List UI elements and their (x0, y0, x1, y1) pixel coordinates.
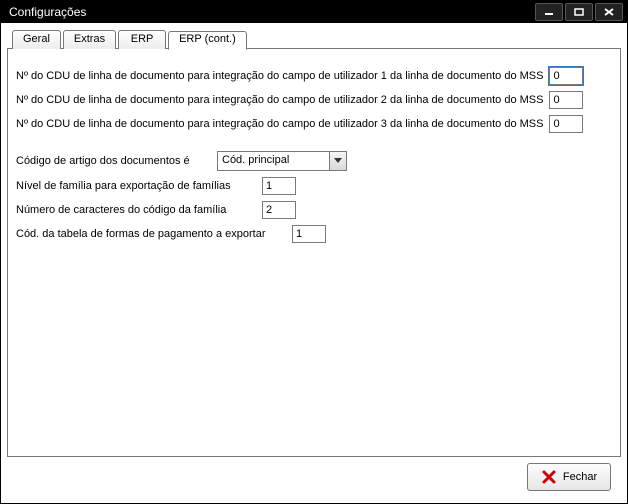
row-cdu1: Nº do CDU de linha de documento para int… (16, 67, 612, 85)
close-icon (541, 469, 557, 485)
footer: Fechar (7, 457, 621, 497)
tab-extras[interactable]: Extras (63, 30, 116, 49)
row-codigo-artigo: Código de artigo dos documentos é Cód. p… (16, 151, 612, 171)
input-cdu3[interactable] (549, 115, 583, 133)
input-cdu1[interactable] (549, 67, 583, 85)
label-cdu1: Nº do CDU de linha de documento para int… (16, 70, 543, 82)
close-window-button[interactable] (595, 3, 623, 21)
minimize-button[interactable] (535, 3, 563, 21)
tab-geral[interactable]: Geral (12, 30, 61, 49)
window-controls (535, 3, 623, 21)
tab-strip: Geral Extras ERP ERP (cont.) (12, 30, 249, 49)
window-title: Configurações (9, 5, 535, 19)
label-nivel-familia: Nível de família para exportação de famí… (16, 180, 256, 192)
form: Nº do CDU de linha de documento para int… (16, 67, 612, 243)
row-cod-tabela: Cód. da tabela de formas de pagamento a … (16, 225, 612, 243)
tab-erp-cont[interactable]: ERP (cont.) (168, 31, 247, 50)
row-cdu2: Nº do CDU de linha de documento para int… (16, 91, 612, 109)
chevron-down-icon (329, 152, 346, 170)
input-cdu2[interactable] (549, 91, 583, 109)
combo-codigo-artigo-text: Cód. principal (218, 152, 329, 170)
close-button[interactable]: Fechar (527, 463, 611, 491)
label-cod-tabela: Cód. da tabela de formas de pagamento a … (16, 228, 286, 240)
input-cod-tabela[interactable] (292, 225, 326, 243)
row-nivel-familia: Nível de família para exportação de famí… (16, 177, 612, 195)
tab-erp[interactable]: ERP (118, 30, 166, 49)
close-button-label: Fechar (563, 471, 597, 483)
client-area: Geral Extras ERP ERP (cont.) Nº do CDU d… (1, 23, 627, 503)
row-num-caracteres: Número de caracteres do código da famíli… (16, 201, 612, 219)
input-nivel-familia[interactable] (262, 177, 296, 195)
tab-panel: Geral Extras ERP ERP (cont.) Nº do CDU d… (7, 48, 621, 457)
label-codigo-artigo: Código de artigo dos documentos é (16, 155, 211, 167)
label-cdu2: Nº do CDU de linha de documento para int… (16, 94, 543, 106)
titlebar: Configurações (1, 1, 627, 23)
window: Configurações Geral Extras ERP ERP (cont… (0, 0, 628, 504)
label-cdu3: Nº do CDU de linha de documento para int… (16, 118, 543, 130)
label-num-caracteres: Número de caracteres do código da famíli… (16, 204, 256, 216)
combo-codigo-artigo[interactable]: Cód. principal (217, 151, 347, 171)
row-cdu3: Nº do CDU de linha de documento para int… (16, 115, 612, 133)
input-num-caracteres[interactable] (262, 201, 296, 219)
maximize-button[interactable] (565, 3, 593, 21)
